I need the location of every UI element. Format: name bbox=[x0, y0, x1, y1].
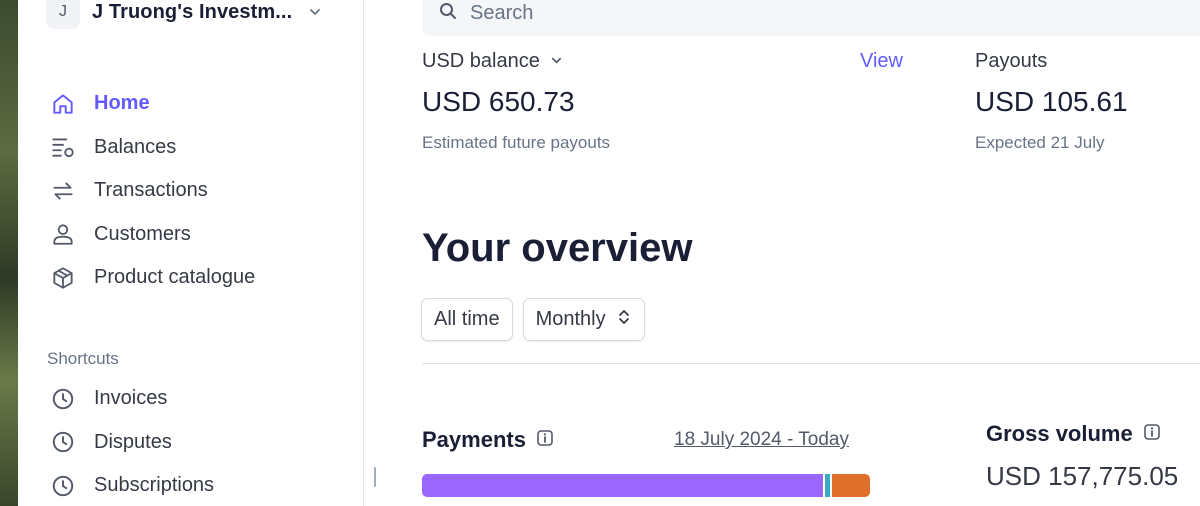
gross-volume-title: Gross volume bbox=[986, 421, 1133, 446]
gross-volume-amount: USD 157,775.05 bbox=[986, 461, 1179, 491]
main-content: Search USD balance View USD 650.73 Estim… bbox=[365, 0, 1200, 506]
account-switcher[interactable]: J J Truong's Investm... bbox=[46, 0, 322, 32]
sidebar-item-transactions[interactable]: Transactions bbox=[48, 169, 348, 213]
payments-title: Payments bbox=[422, 427, 526, 452]
payouts-label: Payouts bbox=[975, 50, 1048, 72]
payments-breakdown-bar[interactable] bbox=[422, 474, 870, 497]
product-icon bbox=[48, 263, 78, 293]
shortcut-disputes[interactable]: Disputes bbox=[48, 421, 348, 465]
search-placeholder: Search bbox=[470, 1, 534, 24]
customers-icon bbox=[48, 219, 78, 249]
section-divider bbox=[422, 363, 1200, 364]
clock-icon bbox=[48, 384, 78, 414]
gross-volume-heading: Gross volume bbox=[986, 421, 1161, 447]
shortcuts-list: Invoices Disputes Subscriptions bbox=[48, 377, 348, 506]
balance-amount: USD 650.73 bbox=[422, 86, 575, 117]
interval-select[interactable]: Monthly bbox=[522, 298, 645, 341]
chevron-down-icon bbox=[550, 50, 563, 73]
overview-filters: All time Monthly bbox=[421, 298, 645, 341]
sidebar-item-customers[interactable]: Customers bbox=[48, 213, 348, 257]
clock-icon bbox=[48, 427, 78, 457]
info-icon[interactable] bbox=[1143, 421, 1161, 447]
sidebar-item-label: Balances bbox=[94, 135, 177, 158]
account-name: J Truong's Investm... bbox=[92, 0, 293, 23]
shortcut-label: Disputes bbox=[94, 430, 172, 453]
shortcuts-heading: Shortcuts bbox=[47, 349, 119, 368]
app-root: J J Truong's Investm... Home Balances Tr… bbox=[0, 0, 1200, 506]
payouts-amount: USD 105.61 bbox=[975, 86, 1128, 117]
view-balance-link[interactable]: View bbox=[860, 50, 903, 73]
main-nav: Home Balances Transactions Customers Pro… bbox=[48, 82, 348, 300]
sidebar: J J Truong's Investm... Home Balances Tr… bbox=[18, 0, 364, 506]
sidebar-item-label: Product catalogue bbox=[94, 266, 256, 289]
shortcut-subscriptions[interactable]: Subscriptions bbox=[48, 464, 348, 506]
sidebar-item-home[interactable]: Home bbox=[48, 82, 348, 126]
payouts-subtitle: Expected 21 July bbox=[975, 133, 1105, 152]
account-avatar: J bbox=[46, 0, 80, 29]
payments-bar-segment bbox=[422, 474, 823, 497]
home-icon bbox=[48, 89, 78, 119]
desktop-background bbox=[0, 0, 18, 506]
filter-label: All time bbox=[434, 308, 500, 330]
search-icon bbox=[438, 1, 458, 26]
transactions-icon bbox=[48, 176, 78, 206]
balance-currency-dropdown[interactable]: USD balance bbox=[422, 50, 563, 73]
sidebar-item-label: Customers bbox=[94, 222, 191, 245]
interval-label: Monthly bbox=[535, 308, 606, 330]
date-range-filter-button[interactable]: All time bbox=[421, 298, 513, 341]
sidebar-item-product-catalogue[interactable]: Product catalogue bbox=[48, 256, 348, 300]
shortcut-label: Invoices bbox=[94, 387, 168, 410]
sidebar-item-label: Transactions bbox=[94, 179, 208, 202]
info-icon[interactable] bbox=[536, 427, 554, 453]
search-input[interactable]: Search bbox=[422, 0, 1200, 36]
page-title: Your overview bbox=[422, 226, 693, 270]
payments-heading: Payments bbox=[422, 427, 554, 453]
sidebar-item-balances[interactable]: Balances bbox=[48, 126, 348, 170]
balances-icon bbox=[48, 132, 78, 162]
payments-date-range-link[interactable]: 18 July 2024 - Today bbox=[674, 429, 849, 451]
chevron-updown-icon bbox=[616, 307, 632, 333]
balance-label: USD balance bbox=[422, 50, 540, 72]
sidebar-item-label: Home bbox=[94, 92, 150, 115]
clock-icon bbox=[48, 471, 78, 501]
payments-bar-segment bbox=[831, 474, 870, 497]
chevron-down-icon bbox=[308, 5, 322, 19]
shortcut-invoices[interactable]: Invoices bbox=[48, 377, 348, 421]
shortcut-label: Subscriptions bbox=[94, 474, 215, 497]
balance-subtitle: Estimated future payouts bbox=[422, 133, 611, 152]
